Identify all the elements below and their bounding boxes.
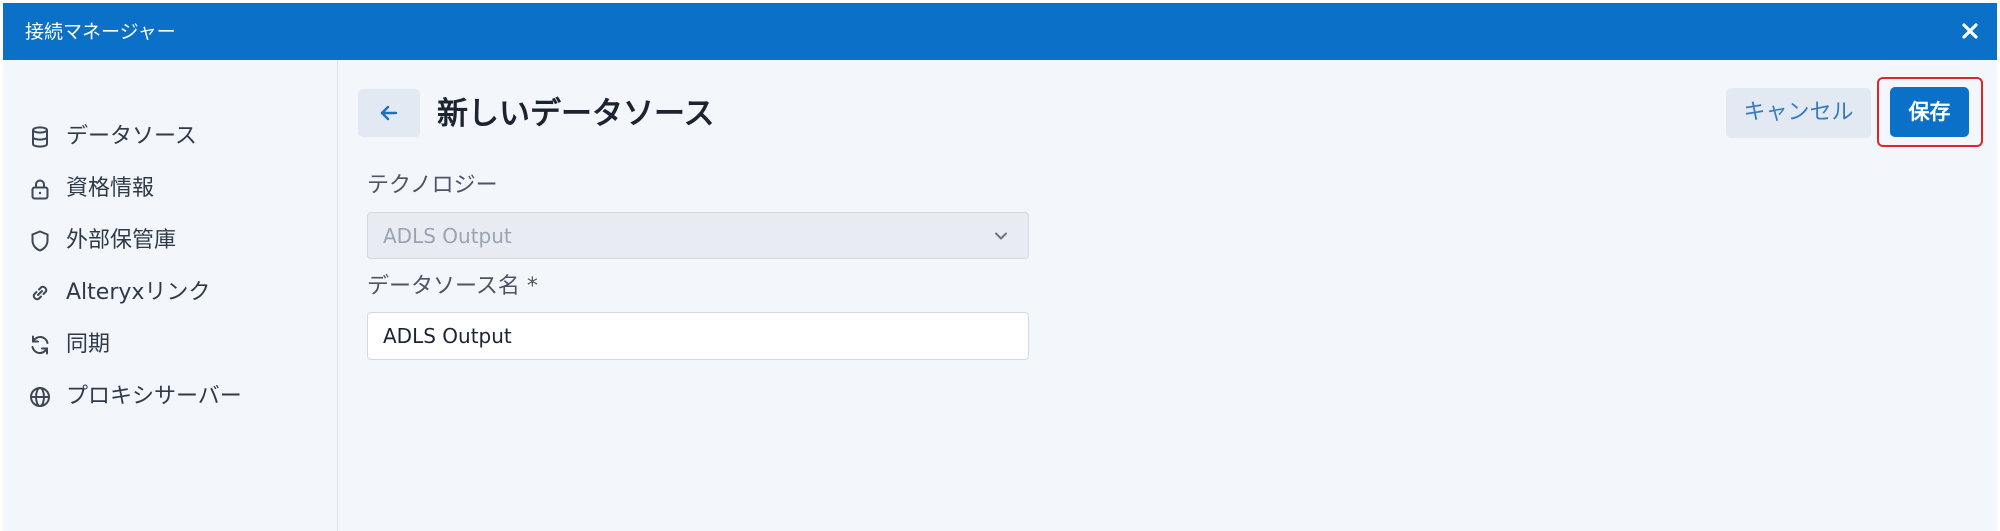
technology-label: テクノロジー: [367, 173, 498, 198]
save-button[interactable]: 保存: [1890, 87, 1969, 137]
lock-icon: [27, 176, 53, 202]
sync-icon: [27, 332, 53, 358]
sidebar-item-sync[interactable]: 同期: [3, 319, 337, 371]
sidebar-item-label: プロキシサーバー: [66, 384, 242, 409]
connection-manager-window: 接続マネージャー データソース 資格情報 外部保管庫 Alteryxリンク 同期…: [3, 3, 1997, 531]
sidebar-item-credentials[interactable]: 資格情報: [3, 163, 337, 215]
sidebar-item-external-vault[interactable]: 外部保管庫: [3, 215, 337, 267]
sidebar-item-label: 外部保管庫: [66, 228, 177, 253]
main-content: 新しいデータソース キャンセル 保存 テクノロジー ADLS Output デー…: [338, 60, 1997, 531]
sidebar-item-label: Alteryxリンク: [66, 280, 211, 305]
sidebar-item-alteryx-link[interactable]: Alteryxリンク: [3, 267, 337, 319]
sidebar-item-datasources[interactable]: データソース: [3, 111, 337, 163]
cancel-button[interactable]: キャンセル: [1726, 88, 1871, 138]
close-button[interactable]: [1951, 12, 1989, 50]
datasource-name-label: データソース名 *: [367, 274, 538, 299]
technology-select-value: ADLS Output: [383, 224, 512, 248]
globe-icon: [27, 384, 53, 410]
datasource-name-input[interactable]: [367, 312, 1029, 360]
shield-icon: [27, 228, 53, 254]
back-button[interactable]: [358, 89, 420, 137]
page-title: 新しいデータソース: [437, 96, 715, 132]
sidebar: データソース 資格情報 外部保管庫 Alteryxリンク 同期 プロキシサーバー: [3, 60, 338, 531]
database-icon: [27, 124, 53, 150]
sidebar-item-label: 同期: [66, 332, 111, 357]
link-icon: [27, 280, 53, 306]
sidebar-item-proxy-server[interactable]: プロキシサーバー: [3, 371, 337, 423]
sidebar-item-label: データソース: [66, 124, 197, 149]
close-icon: [1962, 23, 1978, 39]
technology-select[interactable]: ADLS Output: [367, 212, 1029, 259]
arrow-left-icon: [380, 105, 398, 121]
window-title: 接続マネージャー: [25, 21, 176, 43]
title-bar: 接続マネージャー: [3, 3, 1997, 60]
chevron-down-icon: [995, 232, 1007, 240]
sidebar-item-label: 資格情報: [66, 176, 155, 201]
